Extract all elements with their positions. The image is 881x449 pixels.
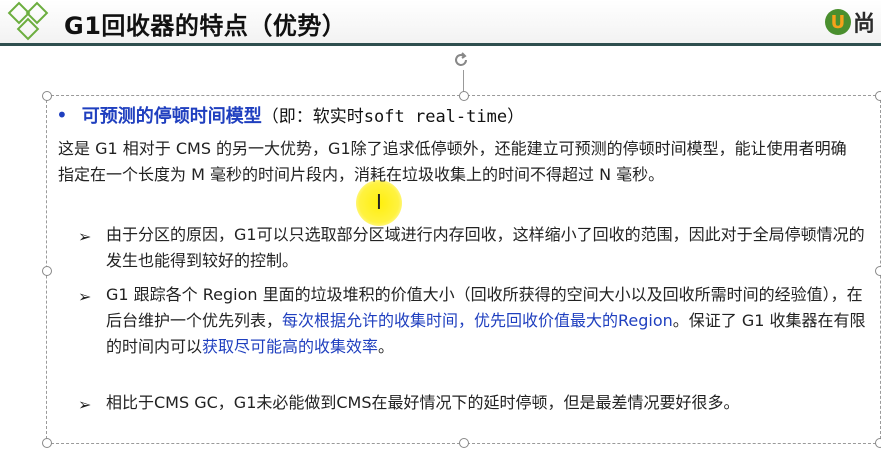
list-item: ➢ G1 跟踪各个 Region 里面的垃圾堆积的价值大小（回收所获得的空间大小… <box>78 282 866 360</box>
point-text: 。 <box>378 337 395 356</box>
list-item: ➢ 由于分区的原因，G1可以只选取部分区域进行内存回收，这样缩小了回收的范围，因… <box>78 222 866 274</box>
resize-handle-top-left[interactable] <box>42 91 52 101</box>
point-text: 相比于CMS GC，G1未必能做到CMS在最好情况下的延时停顿，但是最差情况要好… <box>106 393 740 412</box>
body-paragraph: 这是 G1 相对于 CMS 的另一大优势，G1除了追求低停顿外，还能建立可预测的… <box>58 139 847 184</box>
resize-handle-bottom-left[interactable] <box>42 438 52 448</box>
text-cursor-icon: I <box>376 190 382 214</box>
point-highlight: 每次根据允许的收集时间，优先回收价值最大的Region <box>282 311 673 330</box>
header-divider <box>0 43 881 46</box>
brand-text: 尚 <box>852 12 875 37</box>
resize-handle-top-right[interactable] <box>875 91 881 101</box>
diamond-logo-icon <box>7 1 49 41</box>
list-item: ➢ 相比于CMS GC，G1未必能做到CMS在最好情况下的延时停顿，但是最差情况… <box>78 390 866 416</box>
lead-subheading: （即：软实时soft real-time） <box>261 107 525 127</box>
lead-bullet: • 可预测的停顿时间模型（即：软实时soft real-time） <box>56 102 524 128</box>
slide-header: G1回收器的特点（优势） U 尚 <box>0 0 881 44</box>
point-text: 由于分区的原因，G1可以只选取部分区域进行内存回收，这样缩小了回收的范围，因此对… <box>106 225 865 270</box>
lead-heading: 可预测的停顿时间模型 <box>81 106 262 127</box>
arrow-bullet-icon: ➢ <box>78 287 92 306</box>
point-highlight: 获取尽可能高的收集效率 <box>202 337 379 356</box>
brand-logo: U 尚 <box>824 6 875 38</box>
bullet-dot: • <box>56 103 68 127</box>
resize-handle-bottom-right[interactable] <box>875 438 881 448</box>
resize-handle-top[interactable] <box>459 91 469 101</box>
resize-handle-right[interactable] <box>875 266 881 276</box>
arrow-bullet-icon: ➢ <box>78 227 92 246</box>
arrow-bullet-icon: ➢ <box>78 395 92 414</box>
brand-u-icon: U <box>824 9 851 35</box>
resize-handle-bottom[interactable] <box>459 438 469 448</box>
rotate-handle-icon[interactable] <box>452 51 470 69</box>
slide-title: G1回收器的特点（优势） <box>64 12 347 40</box>
resize-handle-left[interactable] <box>42 266 52 276</box>
